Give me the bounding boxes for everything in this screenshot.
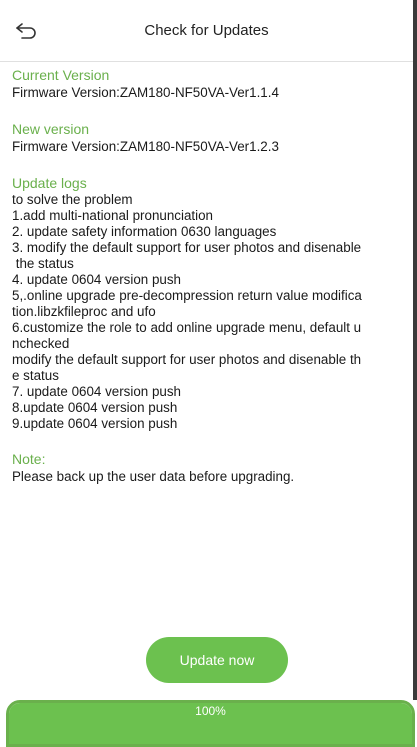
log-line: tion.libzkfileproc and ufo — [12, 304, 156, 319]
check-updates-screen: Check for Updates Current Version Firmwa… — [0, 0, 417, 747]
log-line: the status — [12, 256, 74, 271]
log-line: 5,.online upgrade pre-decompression retu… — [12, 288, 362, 303]
page-title: Check for Updates — [144, 22, 269, 39]
log-line: 6.customize the role to add online upgra… — [12, 320, 362, 335]
update-logs-list: to solve the problem 1.add multi-nationa… — [12, 192, 410, 432]
new-version-heading: New version — [12, 121, 90, 137]
update-content: Current Version Firmware Version:ZAM180-… — [12, 66, 410, 486]
log-line: modify the default support for user phot… — [12, 352, 362, 367]
progress-bar: 100% — [6, 700, 415, 747]
log-line: 7. update 0604 version push — [12, 384, 181, 399]
note-text: Please back up the user data before upgr… — [12, 469, 295, 484]
log-line: 3. modify the default support for user p… — [12, 240, 362, 255]
app-header: Check for Updates — [0, 0, 413, 62]
progress-label: 100% — [195, 704, 226, 718]
log-line: nchecked — [12, 336, 70, 351]
log-line: to solve the problem — [12, 192, 133, 207]
update-logs-heading: Update logs — [12, 175, 87, 191]
log-line: 1.add multi-national pronunciation — [12, 208, 213, 223]
log-line: 2. update safety information 0630 langua… — [12, 224, 277, 239]
update-now-button[interactable]: Update now — [146, 637, 288, 683]
new-version-text: Firmware Version:ZAM180-NF50VA-Ver1.2.3 — [12, 139, 279, 154]
log-line: 9.update 0604 version push — [12, 416, 178, 431]
log-line: 4. update 0604 version push — [12, 272, 181, 287]
log-line: 8.update 0604 version push — [12, 400, 178, 415]
current-version-text: Firmware Version:ZAM180-NF50VA-Ver1.1.4 — [12, 85, 279, 100]
log-line: e status — [12, 368, 59, 383]
current-version-heading: Current Version — [12, 67, 110, 83]
screen-edge — [413, 0, 417, 700]
note-heading: Note: — [12, 451, 46, 467]
